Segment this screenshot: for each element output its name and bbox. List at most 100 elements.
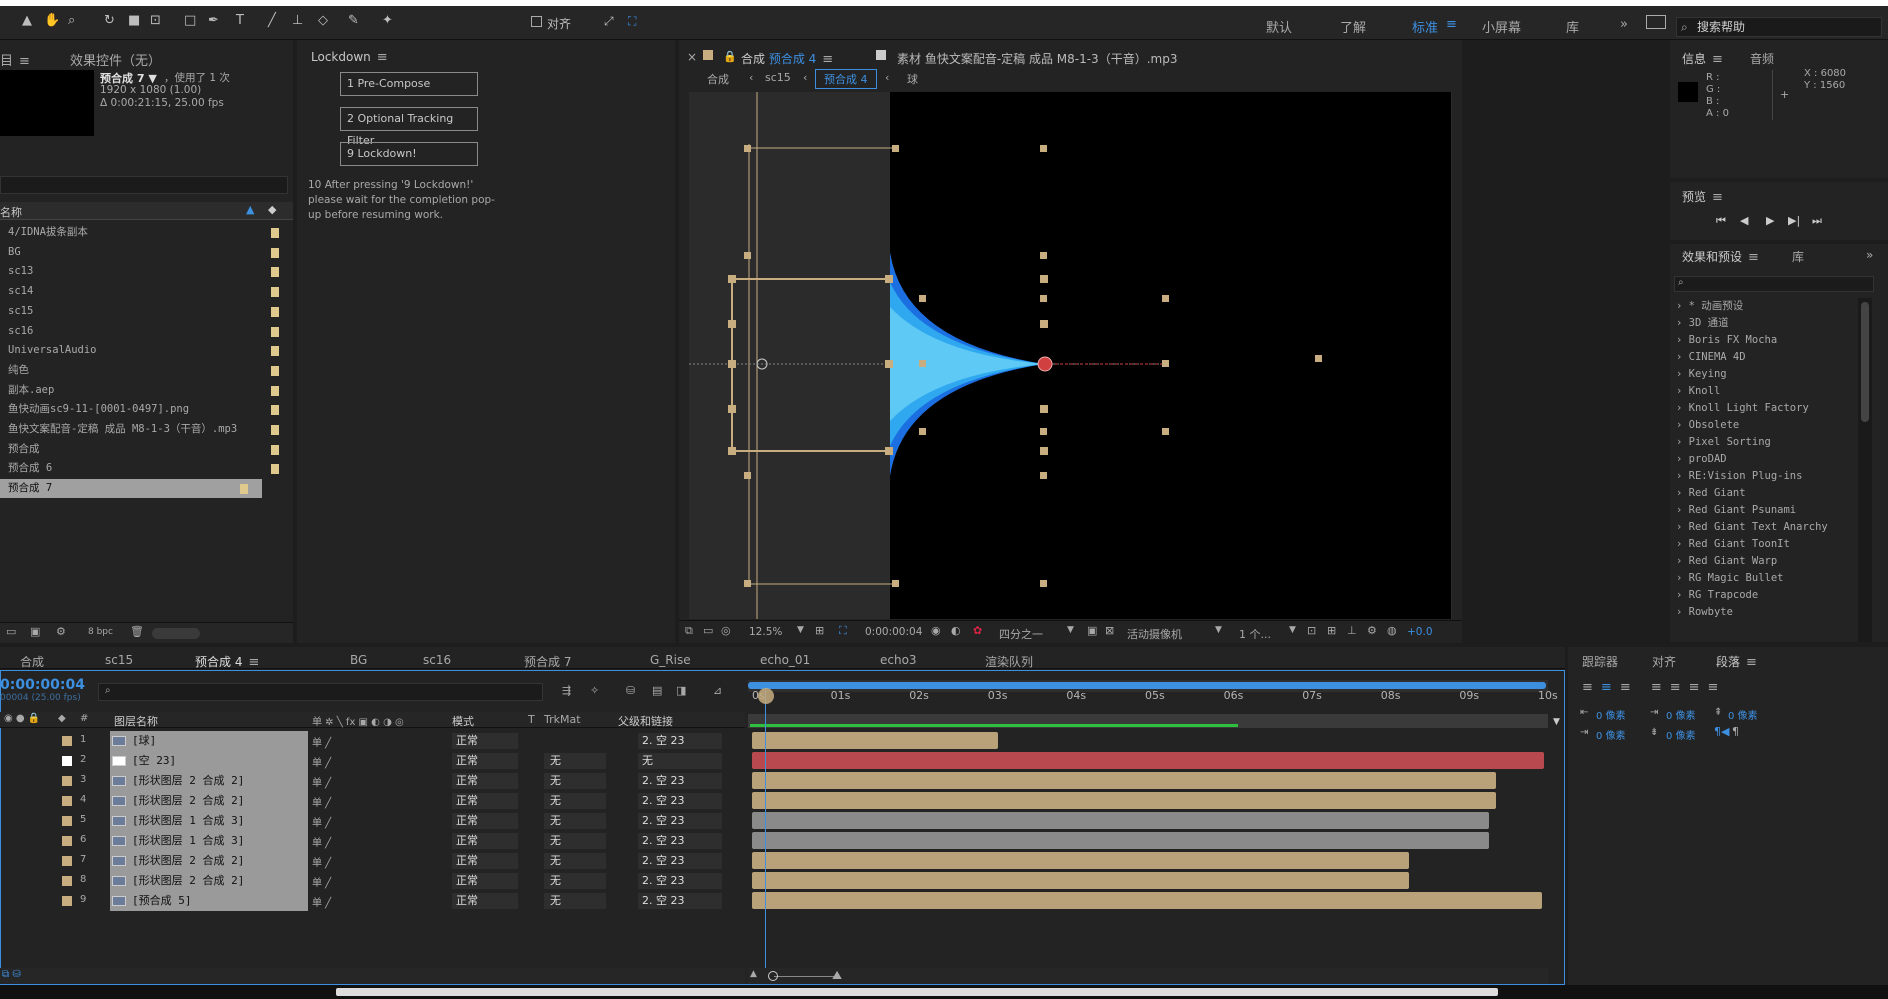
mode-dropdown[interactable]: 正常 (452, 793, 518, 809)
mode-dropdown[interactable]: 正常 (452, 733, 518, 749)
workspace-libraries[interactable]: 库 (1566, 17, 1579, 36)
layer-switches[interactable]: 单 ╱ (312, 794, 331, 809)
effect-category[interactable]: › RE:Vision Plug-ins (1676, 468, 1802, 485)
layer-bar[interactable] (752, 832, 1489, 849)
parent-column[interactable]: 父级和链接 (618, 713, 673, 729)
horizontal-scrollbar[interactable] (336, 988, 1498, 996)
effect-category[interactable]: › Obsolete (1676, 417, 1739, 434)
frame-blending-icon[interactable]: ▤ (652, 684, 662, 697)
eraser-tool-icon[interactable]: ◇ (318, 10, 328, 32)
lock-icon[interactable]: 🔒 (723, 50, 737, 63)
effect-category[interactable]: › 3D 通道 (1676, 315, 1729, 332)
effect-category[interactable]: › * 动画预设 (1676, 298, 1743, 315)
workspace-menu-icon[interactable]: ≡ (1446, 17, 1457, 32)
zoom-out-icon[interactable]: ▲ (750, 969, 757, 979)
breadcrumb-active[interactable]: 预合成 4 (815, 69, 877, 89)
layer-switches[interactable]: 单 ╱ (312, 834, 331, 849)
safe-margins-icon[interactable]: ⛶ (839, 624, 847, 638)
pan-behind-tool-icon[interactable]: ⊡ (150, 10, 161, 32)
trkmat-dropdown[interactable]: 无 (544, 753, 606, 769)
table-row[interactable]: 3 [形状图层 2 合成 2] 单 ╱ 正常 无 2. 空 23 (0, 771, 745, 791)
space-before-value[interactable]: 0 像素 (1666, 707, 1696, 722)
effect-category[interactable]: › Red Giant (1676, 485, 1746, 502)
effect-category[interactable]: › CINEMA 4D (1676, 349, 1746, 366)
layer-switches[interactable]: 单 ╱ (312, 754, 331, 769)
label-swatch[interactable] (62, 876, 72, 886)
list-item[interactable]: 副本.aep (0, 381, 293, 400)
footage-tab[interactable]: 素材 鱼快文案配音-定稿 成品 M8-1-3（干音）.mp3 (897, 50, 1177, 67)
pen-tool-icon[interactable]: ✒ (208, 10, 219, 32)
sort-ascending-icon[interactable]: ▲ (246, 203, 254, 216)
layer-name[interactable]: [空 23] (110, 751, 308, 771)
more-icon[interactable]: » (1866, 248, 1873, 262)
effect-category[interactable]: › Red Giant Psunami (1676, 502, 1796, 519)
layer-switches[interactable]: 单 ╱ (312, 894, 331, 909)
table-row[interactable]: 6 [形状图层 1 合成 3] 单 ╱ 正常 无 2. 空 23 (0, 831, 745, 851)
parent-dropdown[interactable]: 2. 空 23 (638, 833, 722, 849)
list-item[interactable]: UniversalAudio (0, 341, 293, 360)
new-comp-icon[interactable]: ▣ (30, 625, 40, 638)
trkmat-dropdown[interactable]: 无 (544, 853, 606, 869)
trkmat-dropdown[interactable]: 无 (544, 873, 606, 889)
workspace-standard[interactable]: 标准 (1412, 17, 1438, 36)
draft-3d-icon[interactable]: ✧ (590, 684, 599, 697)
project-search-input[interactable] (0, 176, 288, 194)
layer-switches[interactable]: 单 ╱ (312, 734, 331, 749)
indent-right-value[interactable]: 0 像素 (1596, 727, 1626, 742)
list-item[interactable]: 4/IDNA拔条副本 (0, 223, 293, 242)
zoom-in-icon[interactable]: ⛰ (832, 968, 842, 983)
name-column[interactable]: 名称 (0, 204, 22, 220)
effect-category[interactable]: › Keying (1676, 366, 1727, 383)
parent-dropdown[interactable]: 无 (638, 753, 722, 769)
label-swatch[interactable] (62, 796, 72, 806)
list-item[interactable]: 预合成 7 (0, 479, 262, 499)
layer-name[interactable]: [形状图层 2 合成 2] (110, 851, 308, 871)
layer-search-input[interactable]: ⌕ (98, 683, 543, 701)
bpc-label[interactable]: 8 bpc (88, 627, 113, 637)
camera-dropdown[interactable]: 活动摄像机 (1127, 626, 1182, 642)
table-row[interactable]: 5 [形状图层 1 合成 3] 单 ╱ 正常 无 2. 空 23 (0, 811, 745, 831)
switches-icons[interactable]: 单 ✲ ╲ fx ▣ ◐ ◑ ◎ (312, 713, 404, 728)
preview-tab[interactable]: 预览 ≡ (1682, 188, 1723, 205)
3d-renderer-icon[interactable]: ⊞ (1327, 624, 1336, 637)
trkmat-dropdown[interactable]: 无 (544, 773, 606, 789)
play-icon[interactable]: ▶ (1766, 214, 1774, 227)
trkmat-dropdown[interactable]: 无 (544, 793, 606, 809)
space-after-value[interactable]: 0 像素 (1666, 727, 1696, 742)
toggle-view-icon[interactable]: ⊡ (1307, 624, 1316, 637)
effect-category[interactable]: › Pixel Sorting (1676, 434, 1771, 451)
libraries-tab[interactable]: 库 (1792, 248, 1804, 265)
motion-blur-icon[interactable]: ◨ (676, 684, 686, 697)
first-frame-icon[interactable]: ⏮ (1716, 214, 1726, 228)
effect-category[interactable]: › Rowbyte (1676, 604, 1733, 621)
list-item[interactable]: 鱼快文案配音-定稿 成品 M8-1-3（干音）.mp3 (0, 420, 293, 439)
project-tab[interactable]: 目 ≡ (0, 50, 30, 69)
prev-frame-icon[interactable]: ◀ (1740, 214, 1748, 227)
layer-name[interactable]: [形状图层 1 合成 3] (110, 811, 308, 831)
trkmat-column[interactable]: TrkMat (544, 713, 581, 726)
layer-name[interactable]: [形状图层 2 合成 2] (110, 871, 308, 891)
folder-icon[interactable]: ▭ (6, 625, 16, 638)
comp-mini-flowchart-icon[interactable]: ⇶ (562, 684, 571, 697)
flowchart-icon[interactable]: ⊥ (1347, 624, 1357, 637)
effect-category[interactable]: › proDAD (1676, 451, 1727, 468)
lockdown-tab[interactable]: Lockdown ≡ (311, 50, 388, 65)
label-swatch[interactable] (62, 756, 72, 766)
trkmat-dropdown[interactable]: 无 (544, 813, 606, 829)
layer-bar[interactable] (752, 792, 1496, 809)
layer-bar[interactable] (752, 812, 1489, 829)
effects-search-input[interactable]: ⌕ (1674, 276, 1874, 292)
timeline-right-scroll[interactable]: ▼ (1553, 714, 1563, 727)
parent-dropdown[interactable]: 2. 空 23 (638, 873, 722, 889)
zoom-dropdown[interactable]: 12.5% (749, 626, 782, 638)
tab-1[interactable]: sc15 (105, 653, 133, 667)
workspace-small-screen[interactable]: 小屏幕 (1482, 17, 1521, 36)
layer-bar[interactable] (752, 752, 1544, 769)
layer-name[interactable]: [形状图层 2 合成 2] (110, 791, 308, 811)
zoom-slider[interactable] (774, 976, 834, 977)
workspace-learn[interactable]: 了解 (1340, 17, 1366, 36)
mode-dropdown[interactable]: 正常 (452, 873, 518, 889)
breadcrumb-item[interactable]: 球 (907, 71, 918, 87)
parent-dropdown[interactable]: 2. 空 23 (638, 733, 722, 749)
monitor-icon[interactable]: ▭ (703, 624, 713, 637)
